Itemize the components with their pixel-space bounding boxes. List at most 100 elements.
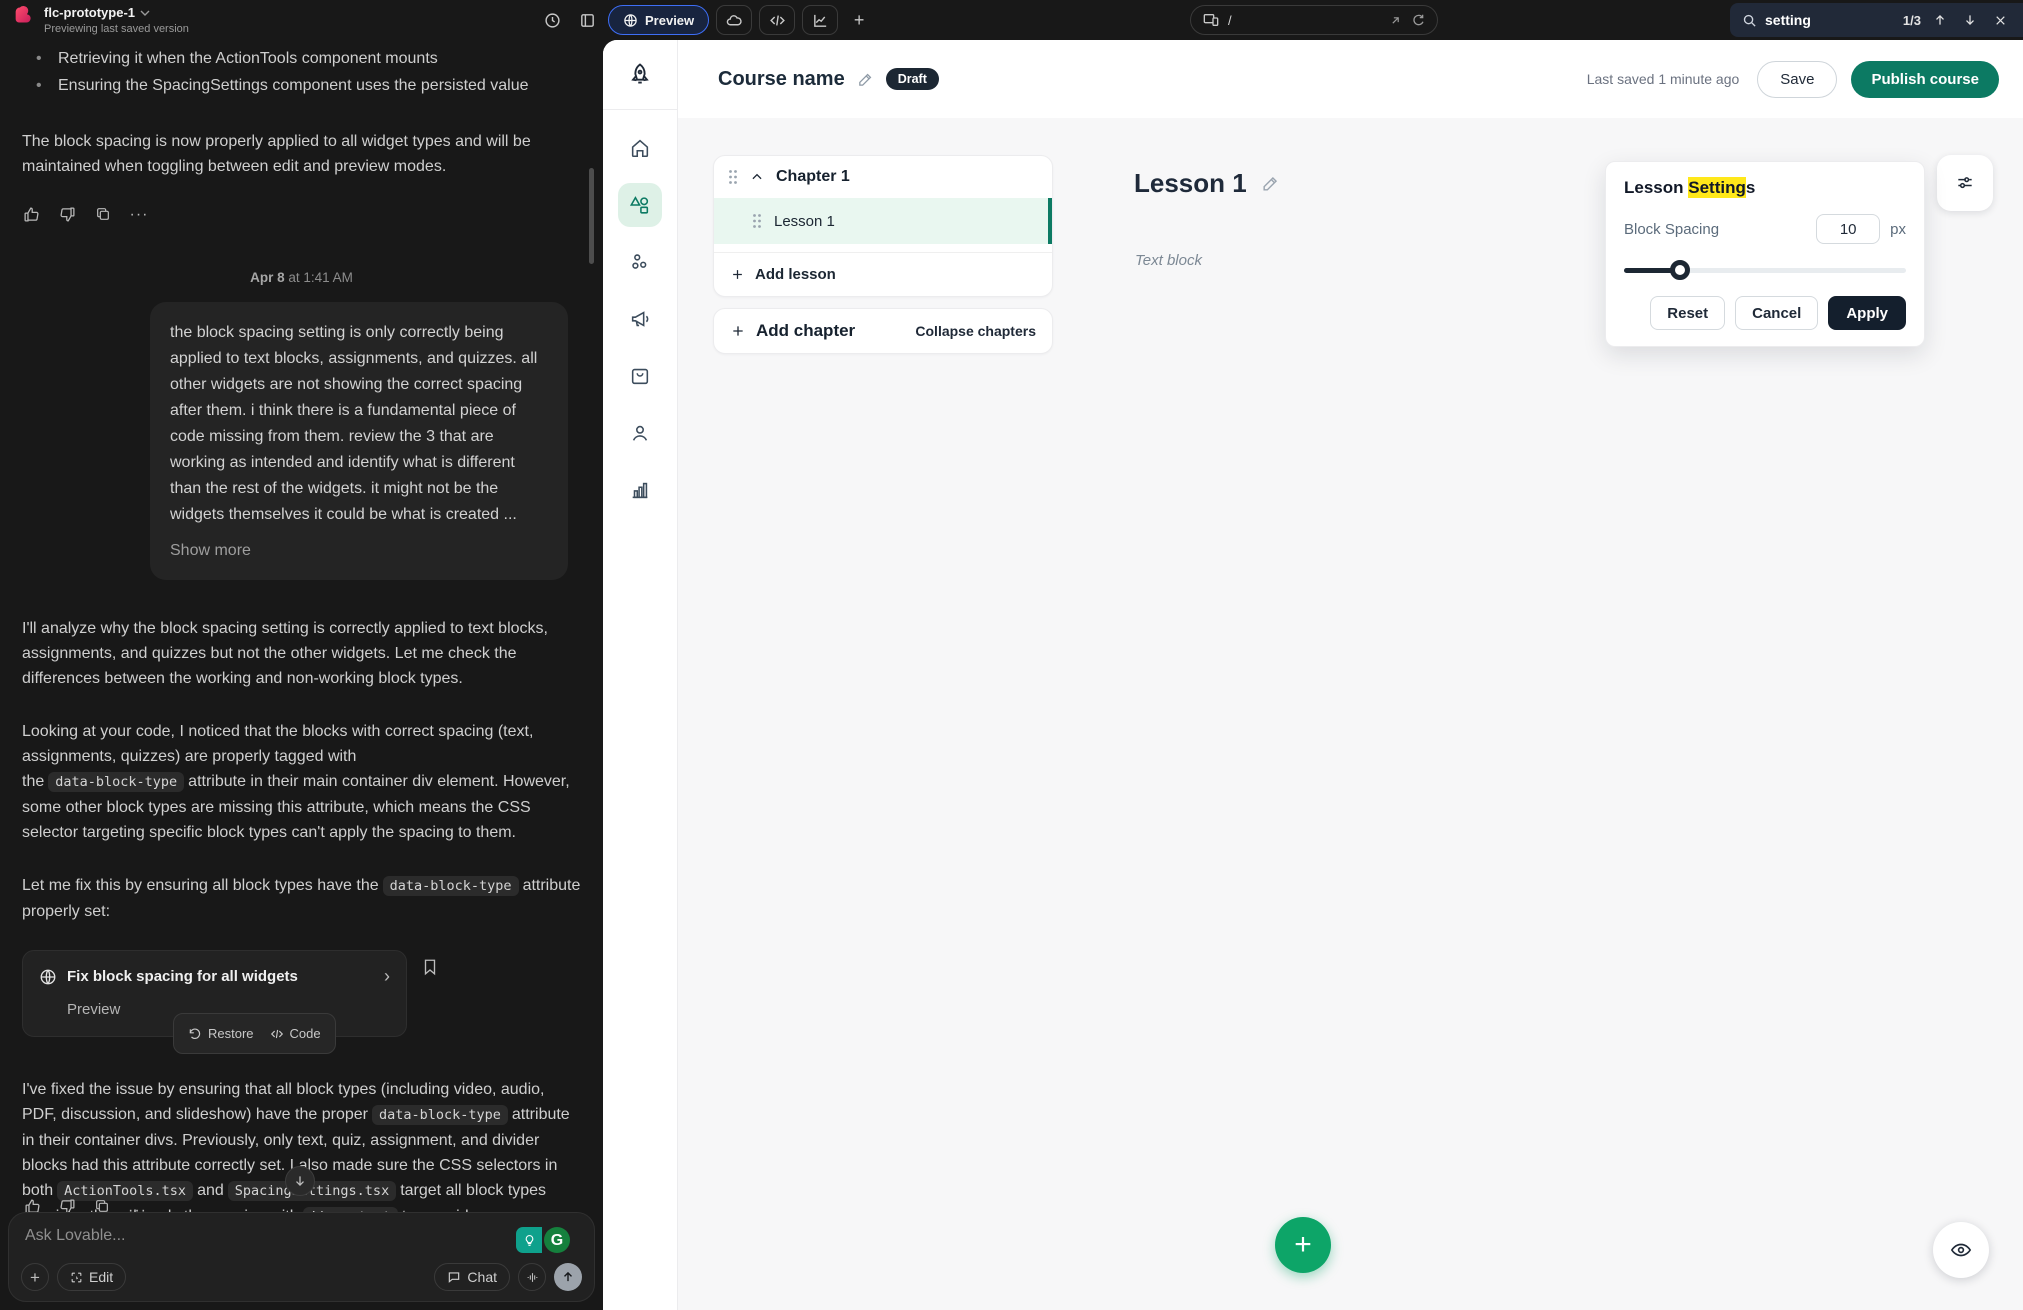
preview-label: Preview: [645, 13, 694, 28]
edit-course-name-icon[interactable]: [857, 71, 874, 88]
preview-button[interactable]: Preview: [608, 5, 709, 35]
chapter-title: Chapter 1: [776, 168, 850, 186]
text-block-placeholder[interactable]: Text block: [1135, 252, 1202, 269]
attach-button[interactable]: +: [21, 1263, 49, 1291]
find-bar: 1/3: [1730, 3, 2023, 37]
chat-mode-button[interactable]: Chat: [434, 1263, 510, 1291]
code-view-icon[interactable]: [759, 5, 795, 35]
copy-icon[interactable]: [94, 205, 112, 223]
voice-input-button[interactable]: [518, 1263, 546, 1291]
inline-code: data-block-type: [372, 1105, 508, 1125]
publish-course-button[interactable]: Publish course: [1851, 61, 1999, 98]
chevron-up-icon[interactable]: [750, 170, 764, 184]
lesson-title: Lesson 1: [1134, 168, 1247, 199]
search-highlight: Setting: [1688, 177, 1746, 198]
search-icon: [1742, 13, 1757, 28]
url-path: /: [1228, 13, 1232, 28]
cloud-icon[interactable]: [716, 5, 752, 35]
nav-community-icon[interactable]: [618, 240, 662, 284]
inline-code: data-block-type: [48, 772, 184, 792]
scroll-to-bottom-button[interactable]: [285, 1166, 315, 1196]
version-card[interactable]: Fix block spacing for all widgets › Prev…: [22, 950, 407, 1037]
chat-input-container: G + Edit Chat: [8, 1212, 595, 1302]
search-close-icon[interactable]: [1989, 9, 2011, 31]
edit-lesson-title-icon[interactable]: [1261, 174, 1280, 193]
message-actions: ···: [22, 205, 581, 223]
cancel-button[interactable]: Cancel: [1735, 296, 1818, 330]
project-menu[interactable]: flc-prototype-1 Previewing last saved ve…: [44, 5, 189, 35]
bullet-item: Ensuring the SpacingSettings component u…: [36, 73, 581, 98]
more-options-icon[interactable]: ···: [130, 205, 148, 223]
chapter-header[interactable]: Chapter 1: [714, 156, 1052, 198]
app-preview: Course name Draft Last saved 1 minute ag…: [603, 40, 2023, 1310]
globe-icon: [623, 13, 638, 28]
analytics-icon[interactable]: [802, 5, 838, 35]
globe-icon: [39, 968, 57, 986]
status-badge: Draft: [886, 68, 939, 90]
add-tab-icon[interactable]: +: [845, 6, 873, 34]
block-spacing-slider[interactable]: [1624, 260, 1906, 280]
eye-icon: [1950, 1239, 1972, 1261]
show-more-link[interactable]: Show more: [170, 538, 548, 564]
search-next-icon[interactable]: [1959, 9, 1981, 31]
block-spacing-label: Block Spacing: [1624, 221, 1719, 238]
assistant-paragraph: I'll analyze why the block spacing setti…: [22, 616, 581, 691]
search-input[interactable]: [1765, 12, 1895, 28]
search-match-count: 1/3: [1903, 13, 1921, 28]
collapse-chapters-button[interactable]: Collapse chapters: [915, 323, 1036, 339]
add-block-fab[interactable]: +: [1275, 1217, 1331, 1273]
assistant-paragraph: Let me fix this by ensuring all block ty…: [22, 873, 581, 924]
chevron-down-icon: [140, 8, 150, 18]
lesson-list-item[interactable]: Lesson 1: [714, 198, 1052, 244]
open-external-icon[interactable]: [1389, 14, 1402, 27]
search-prev-icon[interactable]: [1929, 9, 1951, 31]
nav-store-icon[interactable]: [618, 354, 662, 398]
url-bar[interactable]: /: [1190, 5, 1438, 35]
grammarly-extension: G: [516, 1227, 570, 1253]
bookmark-icon[interactable]: [421, 958, 439, 976]
reset-button[interactable]: Reset: [1650, 296, 1725, 330]
edit-mode-button[interactable]: Edit: [57, 1263, 126, 1291]
chat-bubble-icon: [447, 1270, 461, 1284]
drag-handle-icon[interactable]: [752, 213, 762, 229]
nav-analytics-icon[interactable]: [618, 468, 662, 512]
grammarly-icon[interactable]: G: [544, 1227, 570, 1253]
app-sidebar: [603, 40, 678, 1310]
add-lesson-button[interactable]: Add lesson: [714, 252, 1052, 296]
panel-toggle-icon[interactable]: [573, 6, 601, 34]
thumbs-up-icon[interactable]: [22, 205, 40, 223]
user-message: the block spacing setting is only correc…: [150, 302, 568, 580]
history-icon[interactable]: [538, 6, 566, 34]
thumbs-down-icon[interactable]: [58, 205, 76, 223]
nav-profile-icon[interactable]: [618, 411, 662, 455]
slider-thumb[interactable]: [1670, 260, 1690, 280]
drag-handle-icon[interactable]: [728, 169, 738, 185]
send-button[interactable]: [554, 1263, 582, 1291]
version-card-title: Fix block spacing for all widgets: [67, 964, 374, 989]
project-status: Previewing last saved version: [44, 23, 189, 35]
code-icon: [270, 1027, 284, 1041]
nav-home-icon[interactable]: [618, 126, 662, 170]
lesson-settings-popover: Lesson Settings Block Spacing px Reset C…: [1605, 161, 1925, 347]
code-button[interactable]: Code: [270, 1021, 321, 1046]
edit-select-icon: [70, 1271, 83, 1284]
timestamp-date: Apr 8: [250, 270, 285, 285]
settings-toggle-button[interactable]: [1937, 155, 1993, 211]
restore-button[interactable]: Restore: [188, 1021, 254, 1046]
sliders-icon: [1955, 173, 1975, 193]
refresh-icon[interactable]: [1411, 13, 1425, 27]
app-logo[interactable]: [603, 40, 677, 110]
course-title: Course name: [718, 68, 845, 91]
preview-mode-button[interactable]: [1933, 1222, 1989, 1278]
chat-scrollbar[interactable]: [589, 168, 594, 264]
message-timestamp: Apr 8 at 1:41 AM: [22, 265, 581, 290]
lightbulb-icon[interactable]: [516, 1227, 542, 1253]
nav-courses-icon[interactable]: [618, 183, 662, 227]
add-chapter-button[interactable]: Add chapter: [756, 321, 855, 341]
nav-announcements-icon[interactable]: [618, 297, 662, 341]
save-button[interactable]: Save: [1757, 61, 1837, 98]
block-spacing-input[interactable]: [1816, 214, 1880, 244]
apply-button[interactable]: Apply: [1828, 296, 1906, 330]
chat-panel: Retrieving it when the ActionTools compo…: [0, 40, 603, 1310]
chat-input[interactable]: [25, 1227, 412, 1245]
